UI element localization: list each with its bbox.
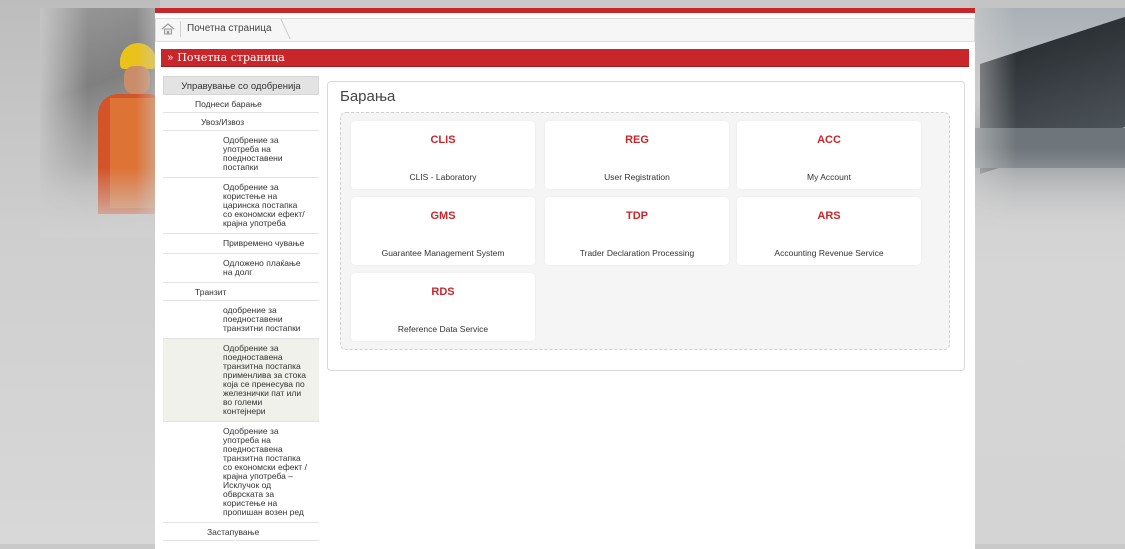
tile-code: REG xyxy=(625,134,649,146)
sidebar: Управување со одобренија Поднеси барање … xyxy=(163,76,319,541)
tile-code: ARS xyxy=(817,210,841,222)
sidebar-item-temporary-storage[interactable]: Привремено чување xyxy=(163,234,319,254)
tile-ars[interactable]: ARS Accounting Revenue Service xyxy=(737,197,921,265)
tile-tdp[interactable]: TDP Trader Declaration Processing xyxy=(545,197,729,265)
tile-label: Trader Declaration Processing xyxy=(579,248,695,258)
breadcrumb: Почетна страница xyxy=(155,18,975,42)
tile-label: Guarantee Management System xyxy=(381,248,505,258)
breadcrumb-item-home[interactable]: Почетна страница xyxy=(180,21,286,37)
sidebar-item-import-export[interactable]: Увоз/Извоз xyxy=(163,113,319,131)
tile-acc[interactable]: ACC My Account xyxy=(737,121,921,189)
tile-label: User Registration xyxy=(604,172,670,182)
tile-clis[interactable]: CLIS CLIS - Laboratory xyxy=(351,121,535,189)
tile-code: ACC xyxy=(817,134,841,146)
home-icon[interactable] xyxy=(160,21,176,37)
tiles-container: CLIS CLIS - Laboratory REG User Registra… xyxy=(340,112,950,350)
worker-photo xyxy=(40,8,160,238)
tile-code: RDS xyxy=(431,286,455,298)
tile-label: Reference Data Service xyxy=(397,324,489,334)
sidebar-item-customs-procedure-economic-effect[interactable]: Одобрение за користење на царинска поста… xyxy=(163,178,319,234)
sidebar-item-transit-economic-effect[interactable]: Одобрение за употреба на поедноставена т… xyxy=(163,422,319,523)
sidebar-item-transit[interactable]: Транзит xyxy=(163,283,319,301)
tile-rds[interactable]: RDS Reference Data Service xyxy=(351,273,535,341)
sidebar-item-submit-request[interactable]: Поднеси барање xyxy=(163,95,319,113)
tile-label: My Account xyxy=(807,172,851,182)
ship-photo xyxy=(970,8,1125,238)
panel-title: Барања xyxy=(340,88,396,105)
tile-code: CLIS xyxy=(430,134,456,146)
sidebar-item-deferred-payment[interactable]: Одложено плаќање на долг xyxy=(163,254,319,283)
tile-code: TDP xyxy=(626,210,648,222)
page-title: » Почетна страница xyxy=(161,49,969,67)
tile-reg[interactable]: REG User Registration xyxy=(545,121,729,189)
main-page: Почетна страница » Почетна страница Упра… xyxy=(155,8,975,549)
requests-panel: Барања CLIS CLIS - Laboratory REG User R… xyxy=(327,81,965,371)
tile-label: CLIS - Laboratory xyxy=(409,172,477,182)
tile-code: GMS xyxy=(430,210,456,222)
sidebar-item-simplified-procedures[interactable]: Одобрение за употреба на поедноставени п… xyxy=(163,131,319,178)
tile-gms[interactable]: GMS Guarantee Management System xyxy=(351,197,535,265)
sidebar-item-representation[interactable]: Застапување xyxy=(163,523,319,541)
sidebar-item-rail-container-transit[interactable]: Одобрение за поедноставена транзитна пос… xyxy=(163,339,319,422)
tile-label: Accounting Revenue Service xyxy=(774,248,884,258)
sidebar-item-approvals-management[interactable]: Управување со одобренија xyxy=(163,76,319,95)
sidebar-item-simplified-transit[interactable]: одобрение за поедноставени транзитни пос… xyxy=(163,301,319,339)
